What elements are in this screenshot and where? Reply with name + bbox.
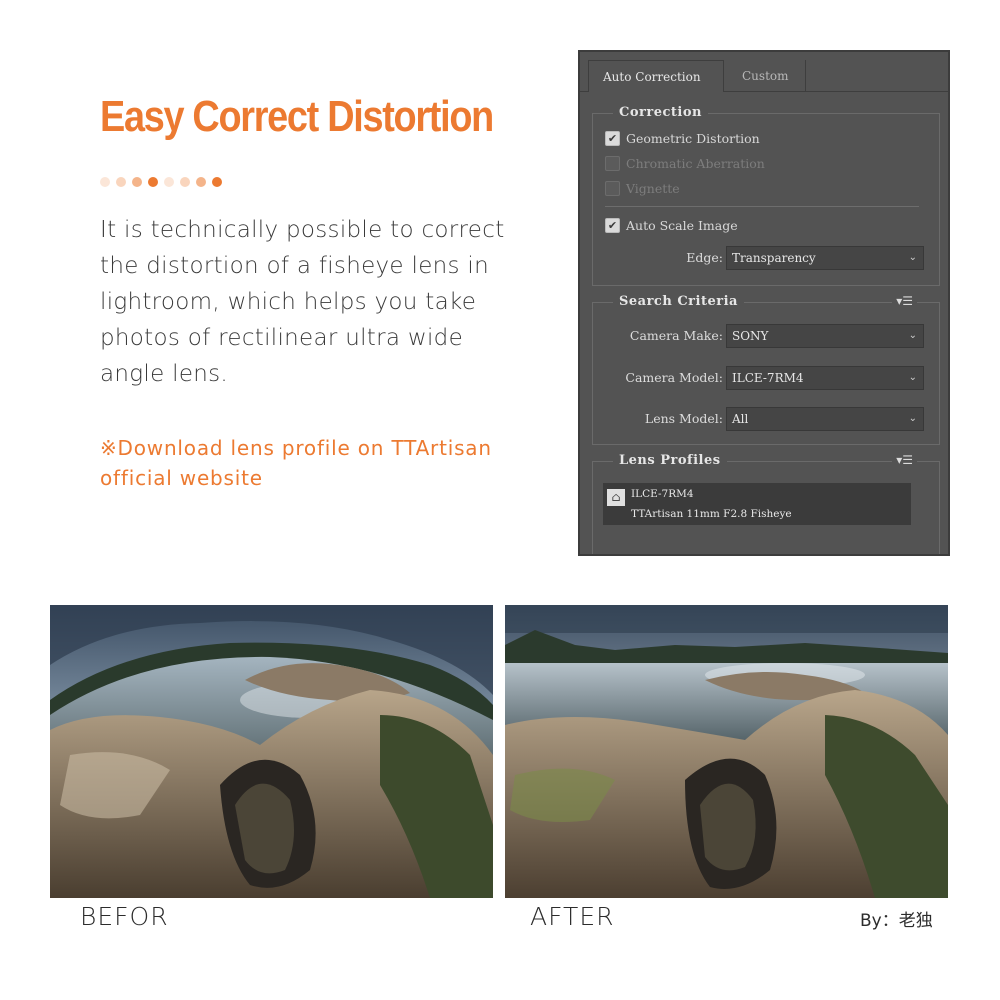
before-caption: BEFOR	[80, 902, 169, 931]
home-icon: ⌂	[607, 489, 625, 506]
camera-model-select[interactable]: ILCE-7RM4 ⌄	[726, 366, 924, 390]
after-photo-image	[505, 605, 948, 898]
camera-make-label: Camera Make:	[629, 328, 723, 343]
correction-group: Correction ✔ Geometric Distortion Chroma…	[592, 105, 940, 286]
geometric-distortion-checkbox[interactable]: ✔	[605, 130, 620, 146]
after-caption: AFTER	[530, 902, 615, 931]
geometric-distortion-label: Geometric Distortion	[626, 130, 760, 146]
profile-lens: TTArtisan 11mm F2.8 Fisheye	[631, 508, 792, 520]
edge-value: Transparency	[732, 251, 816, 265]
chevron-down-icon: ⌄	[908, 372, 917, 383]
panel-menu-icon[interactable]: ▾☰	[892, 453, 917, 467]
auto-scale-checkbox[interactable]: ✔	[605, 217, 620, 233]
edge-select[interactable]: Transparency ⌄	[726, 246, 924, 270]
divider	[605, 206, 919, 207]
auto-scale-row[interactable]: ✔ Auto Scale Image	[605, 216, 738, 234]
dot	[164, 177, 174, 187]
edge-label: Edge:	[686, 250, 723, 265]
lens-model-value: All	[732, 412, 749, 426]
download-note: ※Download lens profile on TTArtisan offi…	[100, 436, 492, 490]
camera-model-value: ILCE-7RM4	[732, 371, 804, 385]
lens-model-label: Lens Model:	[644, 411, 723, 426]
auto-scale-label: Auto Scale Image	[626, 217, 738, 233]
vignette-checkbox[interactable]	[605, 180, 620, 196]
vignette-label: Vignette	[626, 180, 680, 196]
vignette-row[interactable]: Vignette	[605, 179, 680, 197]
lens-correction-panel: Auto Correction Custom Correction ✔ Geom…	[578, 50, 950, 556]
dot	[148, 177, 158, 187]
before-photo-image	[50, 605, 493, 898]
lens-profile-item[interactable]: ⌂ ILCE-7RM4 TTArtisan 11mm F2.8 Fisheye	[603, 483, 911, 525]
decorative-dots	[100, 177, 222, 187]
description-text: It is technically possible to correct th…	[100, 217, 505, 387]
chevron-down-icon: ⌄	[908, 413, 917, 424]
search-criteria-group: Search Criteria ▾☰ Camera Make: SONY ⌄ C…	[592, 294, 940, 445]
tab-custom[interactable]: Custom	[728, 60, 806, 92]
dot	[100, 177, 110, 187]
dot	[180, 177, 190, 187]
tab-bar: Auto Correction Custom	[580, 52, 948, 92]
dot	[116, 177, 126, 187]
search-criteria-title: Search Criteria	[613, 294, 744, 309]
headline: Easy Correct Distortion	[100, 92, 494, 141]
lens-profiles-group: Lens Profiles ▾☰ ⌂ ILCE-7RM4 TTArtisan 1…	[592, 453, 940, 554]
chromatic-aberration-label: Chromatic Aberration	[626, 155, 765, 171]
camera-make-value: SONY	[732, 329, 769, 343]
before-photo	[50, 605, 493, 898]
profile-camera: ILCE-7RM4	[631, 488, 694, 500]
geometric-distortion-row[interactable]: ✔ Geometric Distortion	[605, 129, 760, 147]
chromatic-aberration-checkbox[interactable]	[605, 155, 620, 171]
chevron-down-icon: ⌄	[908, 330, 917, 341]
lens-profiles-title: Lens Profiles	[613, 453, 727, 468]
panel-menu-icon[interactable]: ▾☰	[892, 294, 917, 308]
dot	[196, 177, 206, 187]
camera-model-label: Camera Model:	[625, 370, 723, 385]
chevron-down-icon: ⌄	[908, 252, 917, 263]
correction-title: Correction	[613, 105, 708, 120]
chromatic-aberration-row[interactable]: Chromatic Aberration	[605, 154, 765, 172]
tab-auto-correction[interactable]: Auto Correction	[588, 60, 724, 92]
photo-credit: By：老独	[860, 911, 933, 931]
lens-model-select[interactable]: All ⌄	[726, 407, 924, 431]
after-photo	[505, 605, 948, 898]
dot	[132, 177, 142, 187]
camera-make-select[interactable]: SONY ⌄	[726, 324, 924, 348]
dot	[212, 177, 222, 187]
